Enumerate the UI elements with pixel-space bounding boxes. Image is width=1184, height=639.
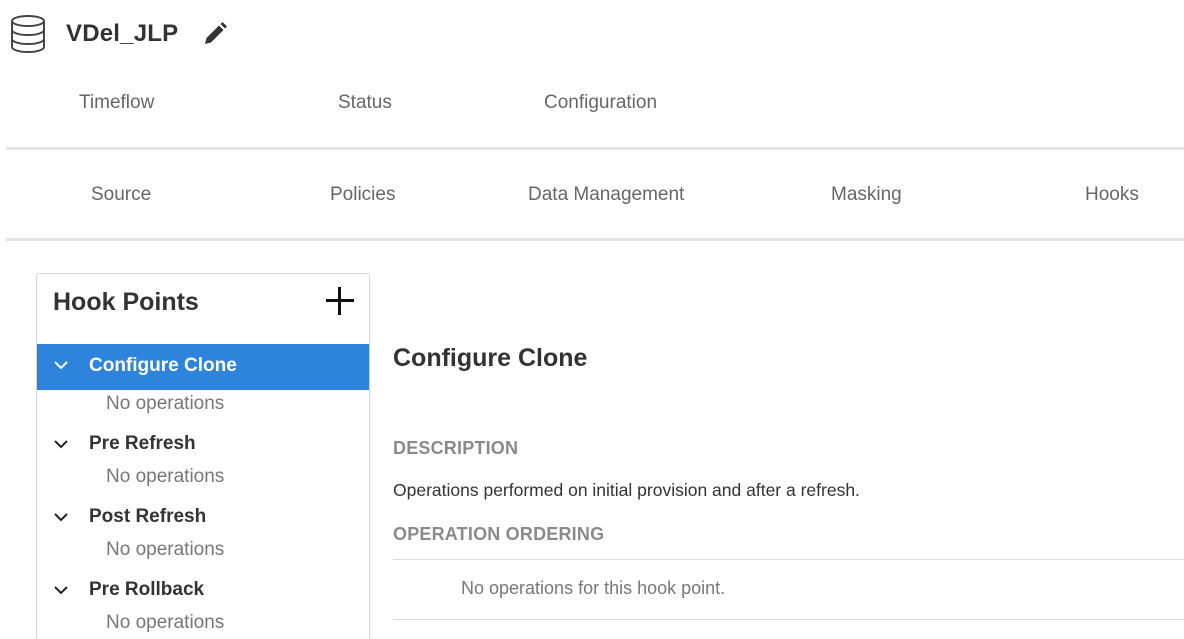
ordering-divider-bottom (393, 619, 1184, 620)
tab-status[interactable]: Status (338, 92, 392, 114)
tab-configuration[interactable]: Configuration (544, 92, 657, 114)
tab-policies[interactable]: Policies (330, 184, 395, 206)
hook-item-status: No operations (106, 393, 225, 414)
database-icon (8, 14, 48, 54)
pencil-icon[interactable] (202, 21, 228, 47)
tab-source[interactable]: Source (91, 184, 151, 206)
page-header: VDel_JLP (8, 14, 228, 54)
primary-tab-bar: Timeflow Status Configuration (0, 92, 1184, 128)
chevron-down-icon (53, 509, 69, 525)
tab-timeflow[interactable]: Timeflow (79, 92, 154, 114)
operation-ordering-label: OPERATION ORDERING (393, 524, 605, 544)
tab-hooks[interactable]: Hooks (1085, 184, 1139, 206)
page-title: VDel_JLP (66, 20, 179, 47)
hook-points-header: Hook Points (37, 274, 369, 344)
hook-item-label: Pre Rollback (89, 579, 205, 600)
hook-item-label: Pre Refresh (89, 433, 196, 454)
tab-divider (6, 147, 1184, 150)
description-text: Operations performed on initial provisio… (393, 480, 860, 500)
hook-item-label: Configure Clone (89, 355, 237, 376)
empty-operations-message: No operations for this hook point. (461, 578, 726, 598)
hook-item-configure-clone[interactable]: Configure Clone (37, 344, 369, 390)
ordering-divider-top (393, 559, 1184, 560)
hook-points-panel: Hook Points Configure Clone No operation… (36, 273, 370, 639)
hook-points-title: Hook Points (53, 288, 199, 316)
hook-item-pre-refresh[interactable]: Pre Refresh (37, 427, 369, 463)
tab-masking[interactable]: Masking (831, 184, 902, 206)
detail-title: Configure Clone (393, 344, 588, 372)
hook-item-pre-rollback[interactable]: Pre Rollback (37, 573, 369, 609)
description-label: DESCRIPTION (393, 438, 519, 458)
hook-item-post-refresh[interactable]: Post Refresh (37, 500, 369, 536)
chevron-down-icon (53, 357, 69, 373)
tab-data-management[interactable]: Data Management (528, 184, 684, 206)
hook-item-status: No operations (106, 539, 225, 560)
secondary-tab-bar: Source Policies Data Management Masking … (0, 184, 1184, 220)
chevron-down-icon (53, 436, 69, 452)
chevron-down-icon (53, 582, 69, 598)
subtab-divider (6, 238, 1184, 241)
hook-item-label: Post Refresh (89, 506, 207, 527)
page: VDel_JLP Timeflow Status Configuration S… (0, 0, 1184, 639)
hook-item-status: No operations (106, 612, 225, 633)
hook-item-status: No operations (106, 466, 225, 487)
plus-icon[interactable] (325, 286, 355, 316)
